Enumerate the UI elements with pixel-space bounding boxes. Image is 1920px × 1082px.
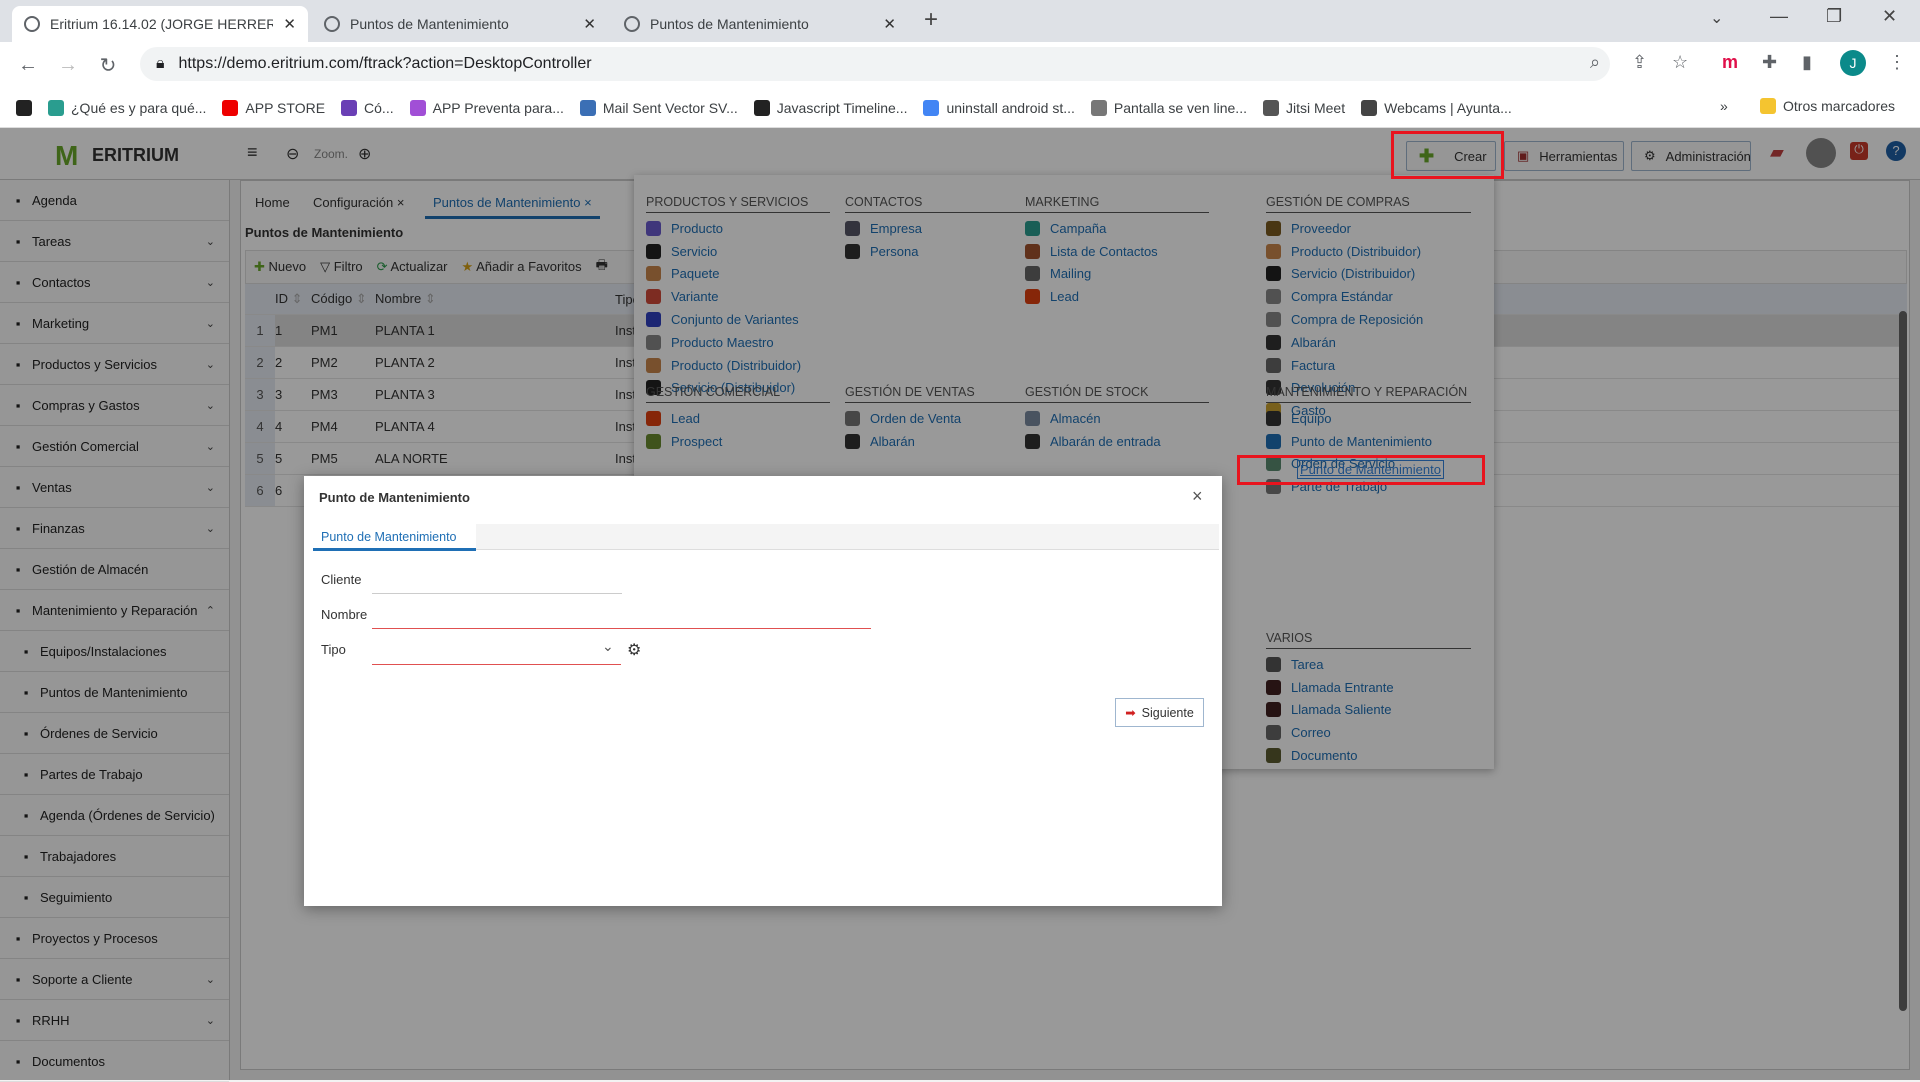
bookmark-icon [409, 99, 426, 116]
siguiente-button[interactable]: ➡ Siguiente [1115, 698, 1204, 727]
browser-tab[interactable]: Eritrium 16.14.02 (JORGE HERRERA ✕ [12, 6, 308, 42]
highlight-crear [1391, 131, 1504, 179]
cliente-field[interactable] [372, 593, 622, 594]
tab-search-icon[interactable]: ⌄ [1710, 8, 1723, 28]
bookmark-item[interactable]: APP STORE [222, 99, 325, 116]
star-icon[interactable]: ☆ [1672, 52, 1688, 73]
url-input[interactable]: 🔒︎ https://demo.eritrium.com/ftrack?actio… [140, 47, 1610, 81]
bookmark-icon [48, 99, 64, 116]
back-icon[interactable]: ← [8, 54, 48, 77]
browser-tab-strip: Eritrium 16.14.02 (JORGE HERRERA ✕ Puntos… [0, 0, 1920, 42]
menu-item-punto-mantenimiento-focus[interactable]: Punto de Mantenimiento [1297, 460, 1444, 479]
bookmark-icon [1361, 99, 1378, 116]
bookmark-item[interactable]: Mail Sent Vector SV... [579, 99, 738, 116]
zoom-icon[interactable]: ⌕ [1590, 52, 1600, 73]
lock-icon: 🔒︎ [156, 55, 165, 72]
close-window-button[interactable]: ✕ [1882, 6, 1897, 27]
bookmark-icon [1262, 99, 1279, 116]
bookmark-item[interactable]: Pantalla se ven line... [1090, 99, 1247, 116]
bookmark-item[interactable]: Có... [341, 99, 394, 116]
extensions-icon[interactable]: ✚ [1762, 52, 1777, 73]
bookmark-item[interactable]: APP Preventa para... [409, 99, 564, 116]
minimize-button[interactable]: — [1770, 6, 1788, 27]
nombre-label: Nombre [321, 607, 368, 622]
bookmark-item[interactable]: uninstall android st... [923, 99, 1075, 116]
dialog-tab-punto[interactable]: Punto de Mantenimiento [313, 524, 476, 551]
more-bookmarks-button[interactable]: » [1720, 98, 1728, 114]
punto-mantenimiento-dialog: Punto de Mantenimiento × Punto de Manten… [304, 476, 1222, 906]
bookmark-item[interactable]: Javascript Timeline... [753, 99, 907, 116]
cliente-label: Cliente [321, 572, 362, 587]
close-tab-icon[interactable]: ✕ [583, 15, 596, 33]
folder-icon [1760, 98, 1776, 114]
bookmark-item[interactable]: ¿Qué es y para qué... [48, 99, 206, 116]
close-tab-icon[interactable]: ✕ [883, 15, 896, 33]
bookmark-item[interactable]: Jitsi Meet [1262, 99, 1345, 116]
menu-kebab-icon[interactable]: ⋮ [1888, 52, 1906, 73]
new-tab-button[interactable]: + [924, 6, 938, 34]
address-bar-row: ← → ↻ 🔒︎ https://demo.eritrium.com/ftrack… [0, 42, 1920, 88]
bookmark-icon [753, 99, 770, 116]
browser-tab[interactable]: Puntos de Mantenimiento ✕ [612, 6, 908, 42]
close-dialog-button[interactable]: × [1192, 486, 1203, 507]
browser-tab[interactable]: Puntos de Mantenimiento ✕ [312, 6, 608, 42]
close-tab-icon[interactable]: ✕ [283, 15, 296, 33]
bookmark-icon [341, 99, 358, 116]
youtube-icon [222, 99, 239, 116]
globe-icon [624, 16, 640, 32]
arrow-right-icon: ➡ [1125, 706, 1136, 720]
tipo-label: Tipo [321, 642, 346, 657]
restore-button[interactable]: ❐ [1826, 6, 1842, 27]
bookmarks-bar: ¿Qué es y para qué... APP STORE Có... APP P… [0, 88, 1920, 128]
share-icon[interactable]: ⇪ [1632, 52, 1647, 73]
dialog-title: Punto de Mantenimiento [319, 490, 470, 505]
globe-icon [24, 16, 40, 32]
bookmark-item[interactable] [16, 99, 32, 116]
apple-icon [1090, 99, 1107, 116]
forward-icon[interactable]: → [48, 54, 88, 77]
chevron-down-icon[interactable]: ⌄ [602, 638, 614, 655]
extension-m-icon[interactable]: m [1722, 52, 1738, 73]
as-icon [16, 99, 32, 116]
google-icon [923, 99, 940, 116]
nombre-field[interactable] [372, 628, 871, 629]
other-bookmarks[interactable]: Otros marcadores [1760, 98, 1895, 114]
gear-icon[interactable]: ⚙ [627, 640, 641, 660]
bookmark-icon [579, 99, 596, 116]
globe-icon [324, 16, 340, 32]
tipo-select[interactable] [372, 664, 621, 665]
profile-avatar[interactable]: J [1840, 50, 1866, 76]
reload-icon[interactable]: ↻ [88, 53, 128, 78]
bookmark-item[interactable]: Webcams | Ayunta... [1361, 99, 1512, 116]
sidepanel-icon[interactable]: ▮ [1802, 52, 1812, 73]
